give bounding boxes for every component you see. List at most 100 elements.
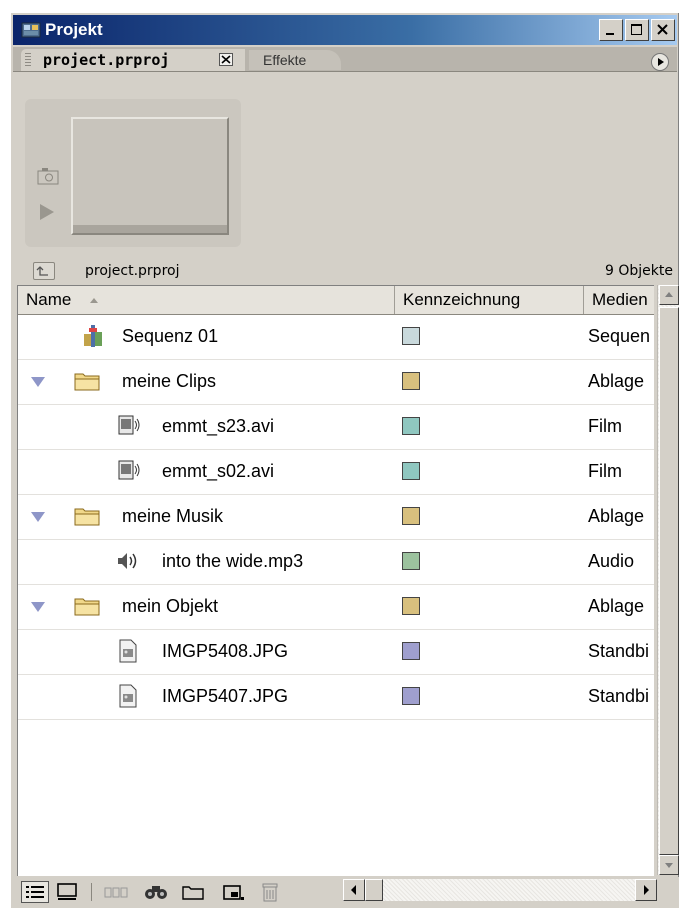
label-color-swatch[interactable]	[402, 462, 420, 480]
expand-triangle-icon[interactable]	[30, 601, 46, 613]
folder-icon	[74, 508, 100, 526]
arrow-right-icon	[658, 58, 664, 66]
arrow-left-icon	[351, 885, 356, 895]
path-bar: project.prproj 9 Objekte	[11, 258, 679, 284]
audio-icon	[118, 553, 137, 569]
preview-thumbnail	[71, 117, 229, 235]
camera-icon[interactable]	[37, 167, 59, 185]
item-count: 9 Objekte	[605, 263, 673, 279]
tab-label: Effekte	[263, 52, 307, 68]
column-label-label: Kennzeichnung	[403, 290, 521, 309]
list-item[interactable]: emmt_s02.avi Film	[18, 450, 654, 495]
find-icon[interactable]	[143, 881, 169, 903]
expand-triangle-icon[interactable]	[30, 376, 46, 388]
tab-bar: project.prproj Effekte	[13, 47, 677, 72]
item-name: into the wide.mp3	[162, 551, 304, 571]
list-view-icon[interactable]	[21, 881, 49, 903]
sequence-icon	[84, 325, 102, 347]
item-name: emmt_s02.avi	[162, 461, 275, 481]
label-color-swatch[interactable]	[402, 552, 420, 570]
item-name: meine Clips	[122, 371, 217, 391]
close-icon	[657, 24, 668, 35]
close-button[interactable]	[651, 19, 675, 41]
arrow-up-icon	[665, 292, 673, 297]
panel-menu-button[interactable]	[651, 53, 669, 71]
current-bin-name: project.prproj	[85, 263, 180, 279]
parent-folder-icon[interactable]	[33, 262, 55, 280]
item-media-type: Ablage	[588, 506, 645, 526]
label-color-swatch[interactable]	[402, 597, 420, 615]
sort-ascending-icon	[90, 298, 99, 303]
item-list: Name Kennzeichnung Medien Sequenz 01 Seq…	[17, 285, 654, 876]
item-media-type: Standbi	[588, 641, 650, 661]
item-name: IMGP5408.JPG	[162, 641, 289, 661]
item-name: emmt_s23.avi	[162, 416, 275, 436]
list-item[interactable]: meine Musik Ablage	[18, 495, 654, 540]
label-color-swatch[interactable]	[402, 372, 420, 390]
new-item-icon[interactable]	[221, 881, 247, 903]
image-icon	[119, 639, 137, 663]
horizontal-scrollbar[interactable]	[343, 879, 657, 901]
column-header-name[interactable]: Name	[18, 286, 395, 314]
scroll-right-button[interactable]	[635, 879, 657, 901]
project-panel: Projekt project.prproj Effekte project.p…	[10, 12, 679, 908]
tab-close-icon[interactable]	[219, 53, 233, 66]
scroll-up-button[interactable]	[659, 285, 679, 305]
trash-icon[interactable]	[259, 881, 281, 903]
tab-label: project.prproj	[43, 51, 170, 69]
list-item[interactable]: into the wide.mp3 Audio	[18, 540, 654, 585]
list-item[interactable]: Sequenz 01 Sequen	[18, 315, 654, 360]
window-title: Projekt	[45, 20, 103, 39]
scroll-thumb[interactable]	[659, 307, 679, 855]
vertical-scrollbar[interactable]	[657, 285, 679, 875]
list-item[interactable]: IMGP5408.JPG Standbi	[18, 630, 654, 675]
item-name: Sequenz 01	[122, 326, 219, 346]
title-bar[interactable]: Projekt	[13, 15, 677, 45]
item-media-type: Ablage	[588, 371, 645, 391]
play-icon[interactable]	[39, 203, 55, 221]
automate-sequence-icon[interactable]	[103, 881, 131, 903]
folder-icon	[74, 373, 100, 391]
arrow-right-icon	[644, 885, 649, 895]
tab-grip[interactable]	[25, 53, 31, 67]
list-item[interactable]: mein Objekt Ablage	[18, 585, 654, 630]
item-media-type: Sequen	[588, 326, 651, 346]
column-header-media[interactable]: Medien	[584, 286, 654, 314]
list-item[interactable]: IMGP5407.JPG Standbi	[18, 675, 654, 720]
maximize-button[interactable]	[625, 19, 649, 41]
maximize-icon	[631, 24, 642, 35]
minimize-icon	[606, 33, 614, 35]
scroll-thumb[interactable]	[365, 879, 383, 901]
label-color-swatch[interactable]	[402, 417, 420, 435]
scroll-left-button[interactable]	[343, 879, 365, 901]
item-media-type: Ablage	[588, 596, 645, 616]
label-color-swatch[interactable]	[402, 507, 420, 525]
app-icon	[21, 22, 41, 38]
movie-icon	[118, 415, 140, 435]
tab-effects[interactable]: Effekte	[249, 50, 341, 70]
arrow-down-icon	[665, 863, 673, 868]
list-item[interactable]: meine Clips Ablage	[18, 360, 654, 405]
label-color-swatch[interactable]	[402, 687, 420, 705]
tab-project[interactable]: project.prproj	[21, 49, 245, 71]
list-item[interactable]: emmt_s23.avi Film	[18, 405, 654, 450]
icon-view-icon[interactable]	[55, 881, 79, 903]
column-header-label[interactable]: Kennzeichnung	[395, 286, 584, 314]
item-name: meine Musik	[122, 506, 224, 526]
column-name-label: Name	[26, 290, 72, 309]
column-media-label: Medien	[592, 290, 648, 309]
expand-triangle-icon[interactable]	[30, 511, 46, 523]
item-media-type: Audio	[588, 551, 635, 571]
image-icon	[119, 684, 137, 708]
scroll-down-button[interactable]	[659, 855, 679, 875]
minimize-button[interactable]	[599, 19, 623, 41]
label-color-swatch[interactable]	[402, 327, 420, 345]
label-color-swatch[interactable]	[402, 642, 420, 660]
item-name: mein Objekt	[122, 596, 219, 616]
item-media-type: Standbi	[588, 686, 650, 706]
movie-icon	[118, 460, 140, 480]
item-media-type: Film	[588, 416, 622, 436]
list-header: Name Kennzeichnung Medien	[18, 286, 654, 315]
new-bin-icon[interactable]	[181, 881, 205, 903]
item-media-type: Film	[588, 461, 622, 481]
